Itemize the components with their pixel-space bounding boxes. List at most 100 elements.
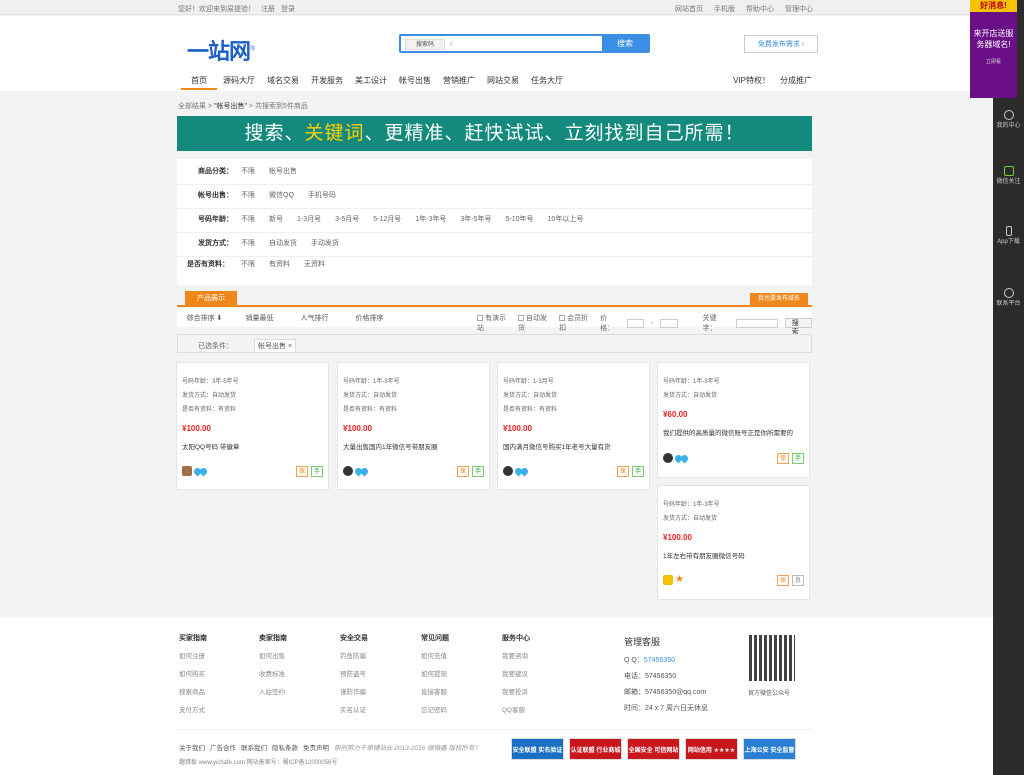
trust-badge[interactable]: 认证联盟 行业商城 [569,738,622,760]
filter-option[interactable]: 手动发货 [311,235,339,256]
filter-option[interactable]: 新号 [269,211,283,232]
keyword-input[interactable] [736,318,778,328]
filter-option[interactable]: 不限 [241,211,255,232]
nav-item[interactable]: 开发服务 [305,73,349,90]
publish-domain-button[interactable]: 我也要发布域名 [750,293,808,305]
footer-link[interactable]: 如何出售 [259,650,287,660]
filter-option[interactable]: 有资料 [269,259,290,283]
filter-option[interactable]: 微信QQ [269,187,294,208]
footer-bottom-link[interactable]: 免责声明 [303,742,329,752]
nav-item[interactable]: 营销推广 [437,73,481,90]
promo-link[interactable]: 立即看 [970,58,1017,65]
member-discount-checkbox[interactable]: 会员折扣 [559,313,593,333]
filter-option[interactable]: 不限 [241,163,255,184]
search-type-select[interactable]: 搜索码 [405,39,445,50]
price-min-input[interactable] [627,318,645,328]
trust-badge[interactable]: 全国安全 可信网站 [627,738,680,760]
demo-site-checkbox[interactable]: 有演示站 [477,313,511,333]
trust-badge[interactable]: 网站信用 ★★★★ [685,738,738,760]
filter-option[interactable]: 5-12月号 [373,211,401,232]
sort-popularity[interactable]: 人气排行 [287,313,342,323]
footer-link[interactable]: 预防盗号 [340,668,368,678]
footer-link[interactable]: 我要咨询 [502,650,530,660]
footer-link[interactable]: 入驻签约 [259,686,287,696]
footer-bottom-link[interactable]: 联系我们 [241,742,267,752]
sidebar-wechat[interactable]: 微信关注 [993,166,1024,186]
nav-item[interactable]: 网站交易 [481,73,525,90]
trust-badge[interactable]: 上海公安 安全监督 [743,738,796,760]
footer-link[interactable]: 如何注册 [179,650,207,660]
footer-link[interactable]: QQ客服 [502,704,530,714]
footer-link[interactable]: 如何提现 [421,668,449,678]
filter-option[interactable]: 自动发货 [269,235,297,256]
card-title[interactable]: 1年左右带有朋友圈微信号码 [663,550,745,560]
filter-option[interactable]: 1年-3年号 [415,211,446,232]
vip-link[interactable]: VIP特权！ [733,73,770,88]
register-link[interactable]: 注册 [261,4,275,14]
breadcrumb-root[interactable]: 全部结果 [178,103,206,110]
card-title[interactable]: 太阳QQ号码 带徽章 [182,441,239,451]
trust-badge[interactable]: 安全联盟 实名验证 [511,738,564,760]
filter-search-button[interactable]: 搜索 [784,318,813,336]
footer-link[interactable]: 直接客服 [421,686,449,696]
filter-option[interactable]: 3-5月号 [335,211,359,232]
nav-item[interactable]: 首页 [181,73,217,90]
tab-products[interactable]: 产品展示 [185,291,237,307]
footer-link[interactable]: 实名认证 [340,704,368,714]
sidebar-app[interactable]: App下载 [993,226,1024,246]
footer-bottom-link[interactable]: 关于我们 [179,742,205,752]
filter-option[interactable]: 3年-5年号 [460,211,491,232]
sort-sales[interactable]: 销量最低 [232,313,287,323]
login-link[interactable]: 登录 [281,4,295,14]
selected-chip[interactable]: 帐号出售 × [254,339,297,353]
help-link[interactable]: 帮助中心 [746,4,774,14]
affiliate-link[interactable]: 分成推广 [780,73,812,88]
nav-item[interactable]: 美工设计 [349,73,393,90]
card-title[interactable]: 我们提供的高质量的微信账号正是你所需要的 [663,427,793,437]
price-max-input[interactable] [660,318,678,328]
footer-link[interactable]: 如何购买 [179,668,207,678]
admin-link[interactable]: 管理中心 [785,4,813,14]
footer-link[interactable]: 我要投诉 [502,686,530,696]
auto-ship-checkbox[interactable]: 自动发货 [518,313,552,333]
footer-bottom-link[interactable]: 隐私条款 [272,742,298,752]
footer-link[interactable]: 谨防诈骗 [340,686,368,696]
product-card[interactable]: 号码年龄：1年-3年号 发货方式：自动发货 ¥60.00 我们提供的高质量的微信… [657,362,810,478]
filter-option[interactable]: 不限 [241,187,255,208]
card-title[interactable]: 大量出售国内1年微信号带朋友圈 [343,441,438,451]
sort-price[interactable]: 价格排序 [342,313,397,323]
site-logo[interactable]: 一站网® [187,34,255,66]
footer-link[interactable]: 钓鱼防骗 [340,650,368,660]
sidebar-my-center[interactable]: 我的中心 [993,110,1024,130]
footer-link[interactable]: 收费标准 [259,668,287,678]
filter-option[interactable]: 10年以上号 [548,211,584,232]
footer-bottom-link[interactable]: 广告合作 [210,742,236,752]
product-card[interactable]: 号码年龄：1-3月号 发货方式：自动发货 是否有资料：有资料 ¥100.00 国… [497,362,650,490]
qq-link[interactable]: 57456350 [644,657,675,664]
product-card[interactable]: 号码年龄：1年-3年号 发货方式：自动发货 是否有资料：有资料 ¥100.00 … [337,362,490,490]
footer-link[interactable]: 我要建议 [502,668,530,678]
footer-link[interactable]: 忘记密码 [421,704,449,714]
filter-option[interactable]: 不限 [241,259,255,283]
sidebar-contact[interactable]: 联系平台 [993,288,1024,308]
filter-option[interactable]: 帐号出售 [269,163,297,184]
filter-option[interactable]: 1-3月号 [297,211,321,232]
search-button[interactable]: 搜索 [602,36,648,51]
product-card[interactable]: 号码年龄：1年-3年号 发货方式：自动发货 ¥100.00 1年左右带有朋友圈微… [657,485,810,600]
footer-link[interactable]: 支付方式 [179,704,207,714]
sort-default[interactable]: 综合排序 ⬇ [177,313,232,323]
publish-demand-button[interactable]: 免费发布需求 › [744,35,818,53]
promo-banner[interactable]: 好消息! 来开店送服务器域名! 立即看 [970,0,1017,98]
filter-option[interactable]: 手机号码 [308,187,336,208]
nav-item[interactable]: 域名交易 [261,73,305,90]
card-title[interactable]: 国内满月微信号购买1年老号大量有货 [503,441,611,451]
nav-item[interactable]: 源码大厅 [217,73,261,90]
footer-link[interactable]: 如何充值 [421,650,449,660]
footer-link[interactable]: 搜索商品 [179,686,207,696]
filter-option[interactable]: 不限 [241,235,255,256]
filter-option[interactable]: 5-10年号 [506,211,534,232]
home-link[interactable]: 网站首页 [675,4,703,14]
mobile-link[interactable]: 手机版 [714,4,735,14]
filter-option[interactable]: 无资料 [304,259,325,283]
nav-item[interactable]: 帐号出售 [393,73,437,90]
